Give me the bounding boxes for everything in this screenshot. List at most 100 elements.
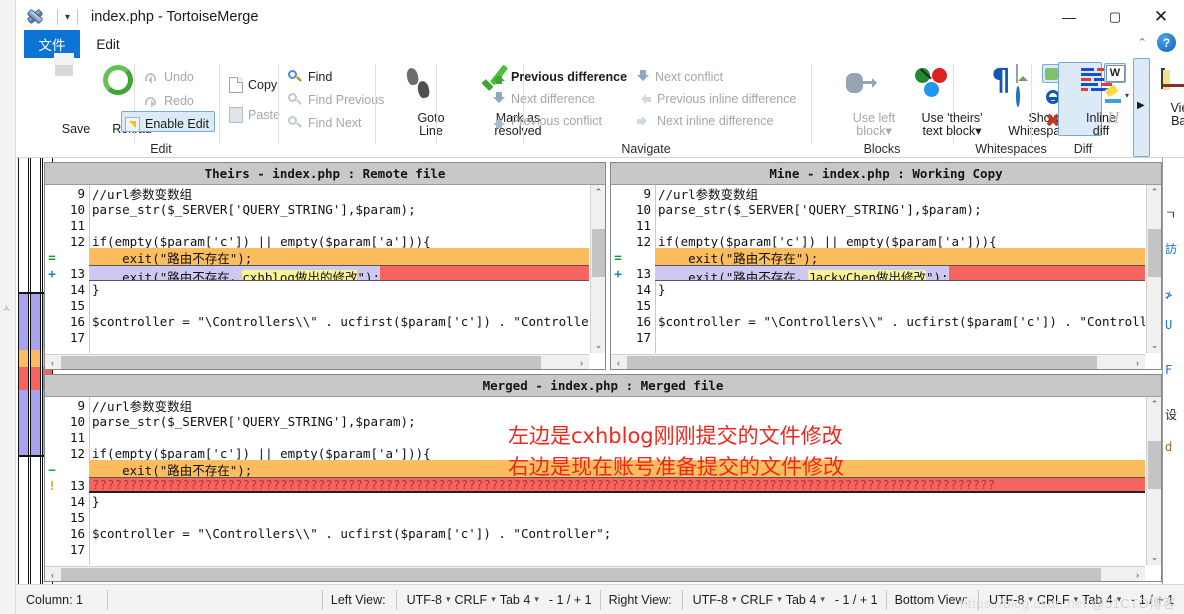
save-button[interactable]: Save xyxy=(24,62,91,138)
chevron-down-icon[interactable]: ▾ xyxy=(777,594,782,605)
find-next-button[interactable]: Find Next xyxy=(288,112,362,134)
pane-theirs-hscrollbar[interactable]: ‹ › xyxy=(45,354,589,369)
scroll-thumb[interactable] xyxy=(1148,441,1161,489)
chevron-down-icon[interactable]: ▾ xyxy=(1125,91,1129,100)
next-inline-difference-button[interactable]: Next inline difference xyxy=(636,110,774,132)
undo-button[interactable]: Undo xyxy=(144,66,194,88)
collapse-ribbon-icon[interactable]: ⌃ xyxy=(1138,36,1147,49)
goto-line-button[interactable]: Goto Line xyxy=(381,62,445,138)
scroll-down-icon[interactable]: ⌄ xyxy=(1147,550,1162,565)
pane-merged-vscrollbar[interactable]: ⌃ ⌄ xyxy=(1146,397,1161,565)
help-button[interactable]: ? xyxy=(1157,33,1176,52)
locator-bar-left[interactable] xyxy=(18,158,31,584)
status-left-view-tab[interactable]: Tab 4 xyxy=(500,593,531,607)
scroll-left-icon[interactable]: ‹ xyxy=(45,355,60,370)
pane-mine-vscrollbar[interactable]: ⌃ ⌄ xyxy=(1146,185,1161,353)
use-left-block-button[interactable]: Use left block▾ xyxy=(818,62,895,138)
next-conflict-button[interactable]: Next conflict xyxy=(636,66,723,88)
ribbon-divider-2 xyxy=(219,64,220,144)
image-diff-icon xyxy=(1016,64,1028,83)
scroll-up-icon[interactable]: ⌃ xyxy=(591,185,606,200)
code-line-conflict[interactable]: + 13 exit("路由不存在，JackyChen做出修改"); xyxy=(611,265,1145,281)
scroll-right-icon[interactable]: › xyxy=(1130,567,1145,582)
code-line[interactable]: 11 xyxy=(45,217,589,233)
image-diff-button[interactable] xyxy=(1016,64,1028,83)
status-right-view-encoding[interactable]: UTF-8 xyxy=(693,593,728,607)
code-line[interactable]: 17 xyxy=(45,541,1145,557)
pane-theirs-body[interactable]: 9 //url参数变数组 10 parse_str($_SERVER['QUER… xyxy=(45,185,589,353)
copy-button[interactable]: Copy xyxy=(229,74,277,96)
pane-mine-hscrollbar[interactable]: ‹ › xyxy=(611,354,1145,369)
scroll-up-icon[interactable]: ⌃ xyxy=(1147,185,1162,200)
code-line[interactable]: 10 parse_str($_SERVER['QUERY_STRING'],$p… xyxy=(45,201,589,217)
redo-button[interactable]: Redo xyxy=(144,90,194,112)
code-line[interactable]: 16 $controller = "\Controllers\\" . ucfi… xyxy=(611,313,1145,329)
code-line[interactable]: 15 xyxy=(45,509,1145,525)
scroll-left-icon[interactable]: ‹ xyxy=(45,567,60,582)
word-diff-toggle[interactable]: W xyxy=(1104,63,1126,83)
chevron-down-icon[interactable]: ▾ xyxy=(491,594,496,605)
scroll-down-icon[interactable]: ⌄ xyxy=(591,338,606,353)
tab-edit[interactable]: Edit xyxy=(80,30,136,58)
line-number: 15 xyxy=(635,297,651,313)
scroll-up-icon[interactable]: ⌃ xyxy=(1147,397,1162,412)
paste-button[interactable]: Paste xyxy=(229,104,280,126)
scroll-thumb[interactable] xyxy=(627,356,1097,369)
code-line[interactable]: 10 parse_str($_SERVER['QUERY_STRING'],$p… xyxy=(611,201,1145,217)
code-line[interactable]: 17 xyxy=(611,329,1145,345)
status-left-view-encoding[interactable]: UTF-8 xyxy=(407,593,442,607)
previous-difference-button[interactable]: Previous difference xyxy=(492,66,627,88)
scroll-thumb[interactable] xyxy=(61,568,1101,581)
use-theirs-text-block-button[interactable]: Use 'theirs' text block▾ xyxy=(874,62,983,138)
ribbon-group-navigate: Previous difference Next difference Prev… xyxy=(481,58,811,158)
code-line[interactable]: 15 xyxy=(45,297,589,313)
code-line-conflict[interactable]: + 13 exit("路由不存在，cxhblog做出的修改"); xyxy=(45,265,589,281)
pane-mine-body[interactable]: 9 //url参数变数组 10 parse_str($_SERVER['QUER… xyxy=(611,185,1145,353)
scroll-left-icon[interactable]: ‹ xyxy=(611,355,626,370)
pane-theirs-vscrollbar[interactable]: ⌃ ⌄ xyxy=(590,185,605,353)
ribbon-overflow-arrow-icon[interactable]: ▶ xyxy=(1137,100,1145,111)
inline-diff-button[interactable]: Inline diff xyxy=(1059,62,1116,138)
quick-access-caret-icon[interactable]: ▾ xyxy=(65,12,70,23)
code-line-diff[interactable]: = exit("路由不存在"); xyxy=(45,247,589,267)
find-previous-button[interactable]: Find Previous xyxy=(288,89,384,111)
chevron-down-icon[interactable]: ▾ xyxy=(820,594,825,605)
chevron-down-icon[interactable]: ▾ xyxy=(446,594,451,605)
code-line[interactable]: 15 xyxy=(611,297,1145,313)
highlighter-pen-button[interactable]: ▾ xyxy=(1104,84,1129,104)
scroll-thumb[interactable] xyxy=(61,356,541,369)
code-line[interactable]: 16 $controller = "\Controllers\\" . ucfi… xyxy=(45,313,589,329)
code-line[interactable]: 11 xyxy=(611,217,1145,233)
code-line[interactable]: 9 //url参数变数组 xyxy=(45,397,1145,414)
status-right-view-eol[interactable]: CRLF xyxy=(741,593,774,607)
chevron-down-icon[interactable]: ▾ xyxy=(534,594,539,605)
chevron-down-icon[interactable]: ▾ xyxy=(732,594,737,605)
scroll-thumb[interactable] xyxy=(592,229,605,277)
status-right-view-tab[interactable]: Tab 4 xyxy=(786,593,817,607)
pane-merged-hscrollbar[interactable]: ‹ › xyxy=(45,566,1145,581)
status-left-view-eol[interactable]: CRLF xyxy=(455,593,488,607)
code-line[interactable]: 14 } xyxy=(611,281,1145,297)
scroll-down-icon[interactable]: ⌄ xyxy=(1147,338,1162,353)
hide-unchanged-button[interactable]: H xyxy=(1107,108,1119,128)
maximize-button[interactable]: ▢ xyxy=(1092,0,1138,34)
next-difference-button[interactable]: Next difference xyxy=(492,88,595,110)
code-line[interactable]: 16 $controller = "\Controllers\\" . ucfi… xyxy=(45,525,1145,541)
code-line[interactable]: 14 } xyxy=(45,281,589,297)
code-line[interactable]: 9 //url参数变数组 xyxy=(611,185,1145,202)
minimize-button[interactable]: — xyxy=(1046,0,1092,34)
scroll-thumb[interactable] xyxy=(1148,229,1161,277)
find-button[interactable]: Find xyxy=(288,66,332,88)
previous-inline-difference-button[interactable]: Previous inline difference xyxy=(636,88,796,110)
enable-edit-button[interactable]: Enable Edit xyxy=(125,113,209,135)
scroll-right-icon[interactable]: › xyxy=(574,355,589,370)
encoding-globe-button[interactable] xyxy=(1016,86,1020,107)
previous-conflict-button[interactable]: Previous conflict xyxy=(492,110,602,132)
scroll-right-icon[interactable]: › xyxy=(1130,355,1145,370)
code-line[interactable]: 17 xyxy=(45,329,589,345)
code-line[interactable]: 9 //url参数变数组 xyxy=(45,185,589,202)
code-line[interactable]: 14 } xyxy=(45,493,1145,509)
code-line-diff[interactable]: = exit("路由不存在"); xyxy=(611,247,1145,267)
locator-bar-middle[interactable] xyxy=(30,158,43,584)
close-button[interactable]: ✕ xyxy=(1138,0,1184,34)
